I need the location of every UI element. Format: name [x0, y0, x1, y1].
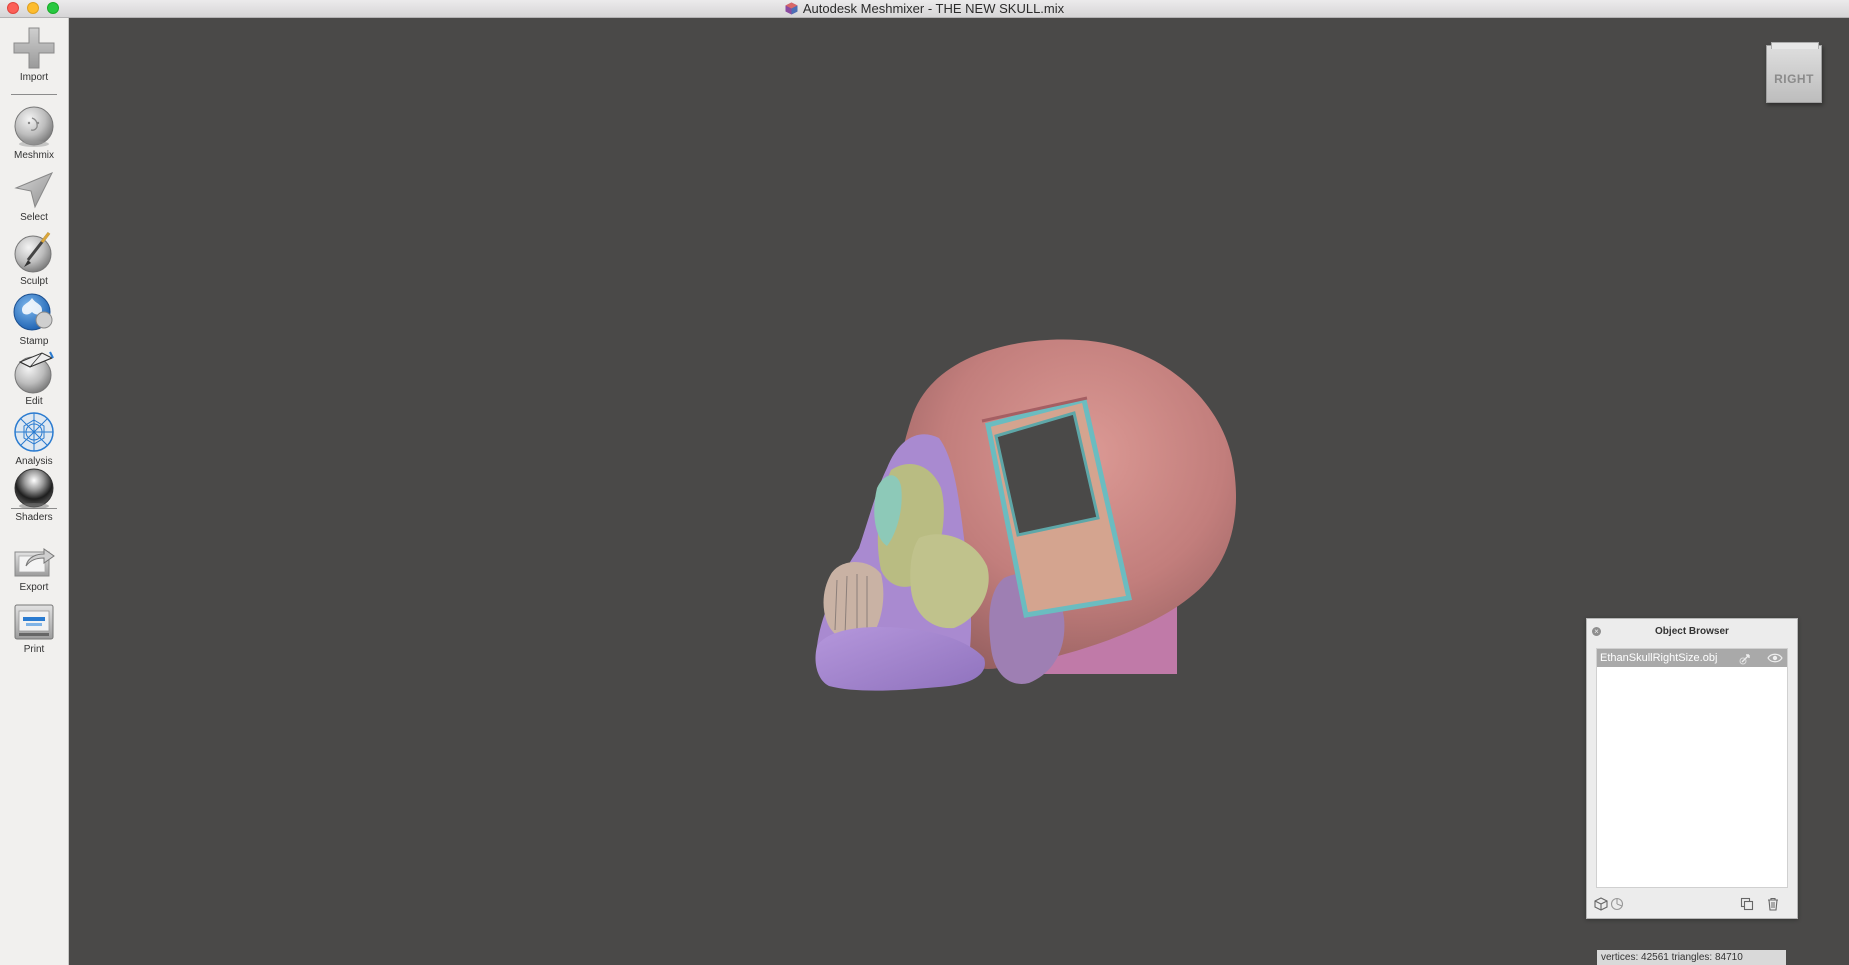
mesh-stats: vertices: 42561 triangles: 84710: [1597, 950, 1786, 965]
stamp-button[interactable]: Stamp: [0, 290, 68, 347]
edit-button[interactable]: Edit: [0, 350, 68, 407]
sculpt-button[interactable]: Sculpt: [0, 230, 68, 287]
sculpt-brush-icon: [14, 232, 52, 273]
meshmix-label: Meshmix: [13, 150, 54, 161]
shaders-sphere-icon: [14, 468, 54, 509]
visibility-eye-icon[interactable]: [1767, 651, 1783, 665]
export-label: Export: [19, 582, 49, 593]
export-icon: [14, 548, 55, 577]
edit-label: Edit: [25, 396, 43, 407]
meshmix-button[interactable]: Meshmix: [0, 104, 68, 161]
import-button[interactable]: Import: [0, 26, 68, 83]
print-button[interactable]: Print: [0, 602, 68, 655]
object-list: EthanSkullRightSize.obj: [1596, 648, 1788, 888]
print-label: Print: [23, 644, 45, 655]
trash-icon[interactable]: [1766, 897, 1780, 911]
object-browser-panel: × Object Browser EthanSkullRightSize.obj: [1586, 618, 1798, 919]
title-bar: Autodesk Meshmixer - THE NEW SKULL.mix: [0, 0, 1849, 18]
toolbar-separator: [11, 94, 57, 95]
window-title: Autodesk Meshmixer - THE NEW SKULL.mix: [802, 1, 1065, 16]
duplicate-icon[interactable]: [1740, 897, 1754, 911]
meshmix-sphere-icon: [14, 106, 54, 147]
select-label: Select: [20, 212, 48, 223]
view-cube-top-face[interactable]: [1771, 42, 1819, 49]
view-cube-label: RIGHT: [1774, 72, 1814, 86]
view-cube[interactable]: RIGHT: [1766, 42, 1822, 103]
main-toolbar: Import Meshmix Select Sculpt Stamp Edit …: [0, 18, 69, 965]
object-transform-icon[interactable]: [1739, 651, 1753, 665]
object-name: EthanSkullRightSize.obj: [1600, 652, 1718, 664]
analysis-button[interactable]: Analysis: [0, 410, 68, 467]
select-button[interactable]: Select: [0, 170, 68, 223]
edit-sphere-icon: [14, 351, 54, 394]
export-button[interactable]: Export: [0, 542, 68, 593]
window-title-wrap: Autodesk Meshmixer - THE NEW SKULL.mix: [0, 0, 1849, 17]
shaders-button[interactable]: Shaders: [0, 466, 68, 523]
select-arrow-icon: [14, 172, 54, 209]
meshmixer-app-icon: [785, 2, 798, 15]
sculpt-label: Sculpt: [20, 276, 48, 287]
plus-icon: [13, 27, 55, 69]
analysis-mesh-icon: [14, 412, 54, 452]
import-label: Import: [19, 72, 49, 83]
skull-model[interactable]: [69, 18, 1849, 965]
stamp-icon: [13, 293, 53, 331]
shaders-label: Shaders: [15, 512, 53, 523]
3d-viewport[interactable]: RIGHT: [69, 18, 1849, 965]
print-icon: [14, 604, 54, 640]
pie-icon[interactable]: [1610, 897, 1624, 911]
cube-icon[interactable]: [1594, 897, 1608, 911]
object-list-item[interactable]: EthanSkullRightSize.obj: [1597, 649, 1787, 667]
stamp-label: Stamp: [19, 336, 49, 347]
object-browser-title: Object Browser: [1655, 626, 1729, 637]
